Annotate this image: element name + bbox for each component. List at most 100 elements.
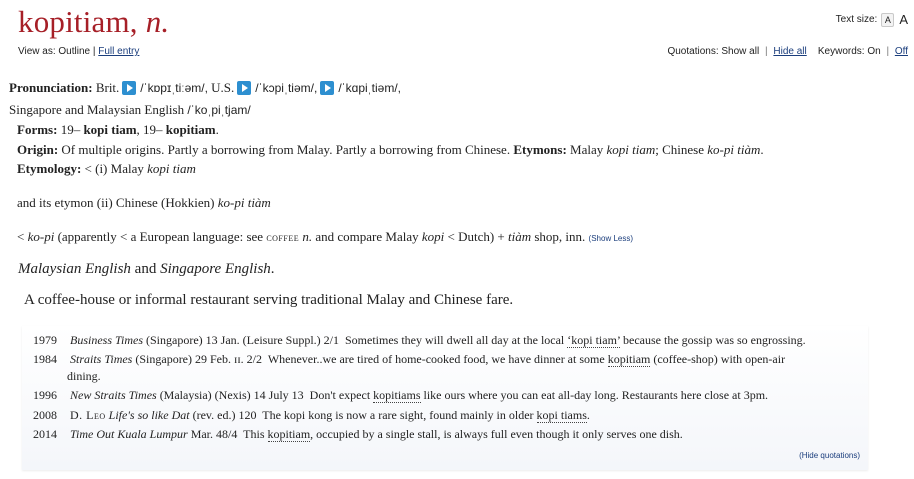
quotation-keyword: kopitiam [267, 427, 311, 442]
forms-date: 19– [60, 122, 81, 137]
quotation-text: because the gossip was so engrossing. [623, 333, 806, 347]
quotation-year: 2014 [33, 427, 57, 441]
etymology-text: < (i) Malay [84, 161, 144, 176]
etymology-text: and its etymon (ii) Chinese (Hokkien) [17, 195, 215, 210]
separator: | [92, 46, 96, 57]
etymology-label: Etymology: [17, 161, 82, 176]
hide-all-quotations-link[interactable]: Hide all [773, 46, 806, 57]
quotation-text: This [243, 427, 265, 441]
text-size-label: Text size: [835, 14, 878, 25]
origin-text: Of multiple origins. Partly a borrowing … [61, 142, 511, 157]
pronunciation-line: Pronunciation: Brit. /ˈkɒpɪˌtiːəm/, U.S. /… [9, 80, 401, 96]
quotation-row: 2014 Time Out Kuala Lumpur Mar. 48/4 Thi… [33, 427, 683, 442]
quotation-source[interactable]: Time Out Kuala Lumpur [70, 427, 188, 441]
quotation-year: 1996 [33, 388, 57, 402]
usage-text: and [134, 261, 157, 277]
quotation-text: . [586, 408, 590, 422]
etymology-line-2: and its etymon (ii) Chinese (Hokkien) ko… [17, 195, 271, 211]
quotation-text: Whenever..we are tired of home-cooked fo… [267, 352, 605, 366]
quotation-author: D. Leo [70, 408, 106, 422]
view-as-label: View as: [18, 46, 56, 57]
keywords-label: Keywords: [817, 46, 865, 57]
view-as-bar: View as: Outline | Full entry [18, 46, 139, 57]
quotation-year: 1979 [33, 333, 57, 347]
quotation-continuation: dining. [67, 369, 101, 383]
pronunciation-label: Pronunciation: [9, 80, 93, 95]
text-size-large-button[interactable]: A [899, 12, 908, 27]
singapore-label: Singapore and Malaysian English [9, 102, 185, 117]
quotation-text: Don't expect [309, 388, 371, 402]
quotation-year: 2008 [33, 408, 57, 422]
singapore-ipa: /ˈkoˌpiˌtjam/ [187, 103, 251, 117]
quotation-keyword: kopitiams [373, 388, 421, 403]
quotation-citation: (Malaysia) (Nexis) 14 July 13 [159, 388, 304, 402]
quotation-citation: Mar. 48/4 [190, 427, 238, 441]
usage-region: Singapore English [160, 261, 271, 277]
part-of-speech: n. [145, 4, 170, 39]
quotations-label: Quotations: [667, 46, 719, 57]
text-size-small-button[interactable]: A [881, 12, 895, 27]
etymology-text: shop, inn. [534, 229, 586, 244]
quotations-panel: 1979 Business Times (Singapore) 13 Jan. … [22, 326, 868, 470]
view-outline-option[interactable]: Outline [58, 46, 90, 57]
etymon-word: kopi tiam [606, 142, 656, 157]
show-all-quotations[interactable]: Show all [721, 46, 759, 57]
etymology-line-3: < ko-pi (apparently < a European languag… [17, 229, 633, 245]
us-ipa-2: /ˈkɑpiˌtiəm/, [338, 81, 401, 95]
forms-label: Forms: [17, 122, 58, 137]
etymons-label: Etymons: [513, 142, 567, 157]
etymology-pos: n. [302, 229, 313, 244]
origin-label: Origin: [17, 142, 59, 157]
etymology-word: kopi [421, 229, 445, 244]
origin-line: Origin: Of multiple origins. Partly a bo… [17, 142, 764, 158]
quotation-source[interactable]: Business Times [70, 333, 143, 347]
form-variant: kopitiam [165, 122, 216, 137]
quotation-text: The kopi kong is now a rare sight, found… [262, 408, 534, 422]
show-less-link[interactable]: (Show Less) [589, 234, 633, 243]
etymology-text: and compare Malay [315, 229, 419, 244]
etymon-word: ko-pi tiàm [707, 142, 761, 157]
quotation-keyword: ‘kopi tiam’ [567, 333, 621, 348]
quotation-citation: (rev. ed.) 120 [192, 408, 257, 422]
punctuation: . [760, 142, 764, 157]
punctuation: . [215, 122, 219, 137]
etymon-lang: ; Chinese [655, 142, 705, 157]
usage-label: Malaysian English and Singapore English. [18, 261, 275, 278]
quotation-source[interactable]: New Straits Times [70, 388, 157, 402]
etymology-text: (apparently < a European language: see [57, 229, 264, 244]
quotation-citation: (Singapore) 29 Feb. ɪɪ. 2/2 [135, 352, 263, 366]
forms-date: , 19– [136, 122, 163, 137]
headword-title: kopitiam, n. [18, 4, 169, 40]
quotation-text: , occupied by a single stall, is always … [310, 427, 683, 441]
etymology-line: Etymology: < (i) Malay kopi tiam [17, 161, 196, 177]
quotation-row: 2008 D. Leo Life's so like Dat (rev. ed.… [33, 408, 590, 423]
forms-line: Forms: 19– kopi tiam, 19– kopitiam. [17, 122, 219, 138]
hide-quotations-link[interactable]: (Hide quotations) [799, 451, 860, 460]
quotations-keywords-bar: Quotations: Show all | Hide all Keywords… [667, 46, 908, 57]
quotation-keyword: kopitiam [607, 352, 651, 367]
etymology-text: < Dutch) + [447, 229, 505, 244]
separator: | [764, 46, 768, 57]
us-ipa-1: /ˈkɔpiˌtiəm/, [255, 81, 318, 95]
quotation-row: 1996 New Straits Times (Malaysia) (Nexis… [33, 388, 768, 403]
definition: A coffee-house or informal restaurant se… [24, 292, 514, 308]
play-audio-icon[interactable] [122, 81, 137, 95]
cross-reference-link[interactable]: coffee [266, 232, 299, 244]
full-entry-link[interactable]: Full entry [98, 46, 139, 57]
quotation-row: 1979 Business Times (Singapore) 13 Jan. … [33, 333, 806, 348]
headword: kopitiam, [18, 4, 138, 39]
quotation-text: Sometimes they will dwell all day at the… [344, 333, 565, 347]
etymology-word: tiàm [508, 229, 532, 244]
etymology-word: ko-pi [27, 229, 55, 244]
keywords-on-option[interactable]: On [867, 46, 880, 57]
us-label: U.S. [211, 80, 235, 95]
quotation-source[interactable]: Life's so like Dat [109, 408, 190, 422]
quotation-source[interactable]: Straits Times [70, 352, 132, 366]
quotation-citation: (Singapore) 13 Jan. (Leisure Suppl.) 2/1 [146, 333, 339, 347]
keywords-off-link[interactable]: Off [895, 46, 908, 57]
quotation-row: 1984 Straits Times (Singapore) 29 Feb. ɪ… [33, 352, 785, 367]
play-audio-icon[interactable] [237, 81, 252, 95]
play-audio-icon[interactable] [320, 81, 335, 95]
quotation-text: like ours where you can eat all-day long… [423, 388, 769, 402]
brit-label: Brit. [95, 80, 120, 95]
